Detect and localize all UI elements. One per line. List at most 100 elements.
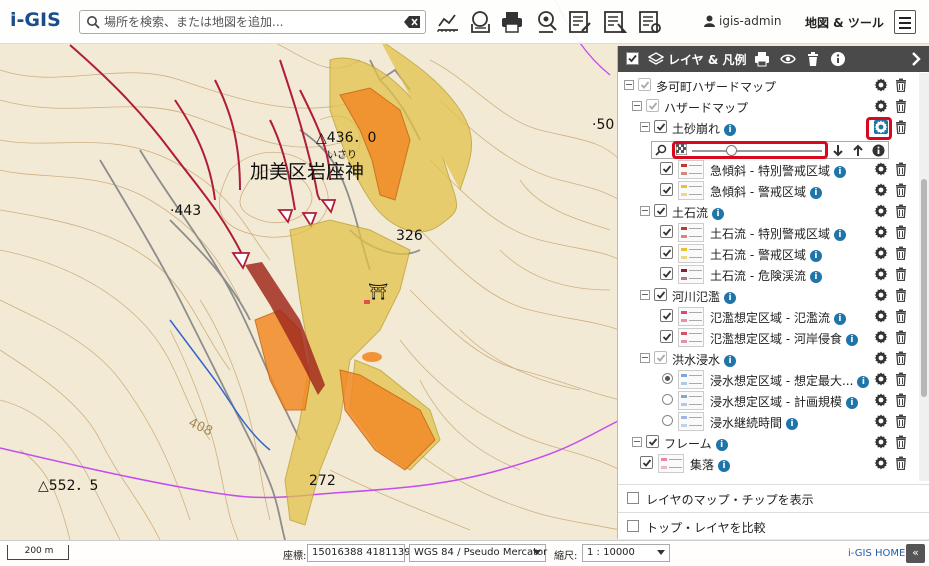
- layer-label[interactable]: 急傾斜 - 警戒区域 i: [710, 183, 822, 200]
- map-chip-icon[interactable]: [469, 10, 493, 34]
- igis-home-link[interactable]: i-GIS HOME: [848, 548, 905, 559]
- layer-row[interactable]: 氾濫想定区域 - 氾濫流 i: [618, 306, 916, 327]
- move-down-icon[interactable]: [832, 144, 844, 157]
- layer-row[interactable]: 浸水想定区域 - 計画規模 i: [618, 390, 916, 411]
- info-icon[interactable]: i: [833, 166, 846, 178]
- trash-icon[interactable]: [895, 78, 907, 93]
- edit-attribute-icon[interactable]: [603, 10, 627, 34]
- layer-radio[interactable]: [662, 373, 673, 384]
- layer-row[interactable]: 集落 i: [618, 453, 916, 474]
- measure-icon[interactable]: [436, 10, 460, 34]
- layer-label[interactable]: 土砂崩れ i: [672, 120, 737, 137]
- collapse-toggle[interactable]: [640, 122, 650, 132]
- gear-icon[interactable]: [874, 372, 888, 386]
- layer-row[interactable]: 浸水想定区域 - 想定最大... i: [618, 369, 916, 390]
- info-icon[interactable]: i: [724, 292, 737, 304]
- gear-icon[interactable]: [874, 225, 888, 239]
- collapse-toggle[interactable]: [640, 353, 650, 363]
- layer-radio[interactable]: [662, 394, 673, 405]
- layer-group-row[interactable]: 洪水浸水 i: [618, 348, 916, 369]
- layer-checkbox[interactable]: [660, 162, 673, 175]
- layer-group-row[interactable]: 河川氾濫 i: [618, 285, 916, 306]
- edit-layer-icon[interactable]: [568, 10, 592, 34]
- trash-icon[interactable]: [895, 456, 907, 471]
- move-up-icon[interactable]: [852, 144, 864, 157]
- trash-icon[interactable]: [895, 225, 907, 240]
- layer-row[interactable]: 氾濫想定区域 - 河岸侵食 i: [618, 327, 916, 348]
- trash-icon[interactable]: [895, 267, 907, 282]
- layer-checkbox[interactable]: [660, 267, 673, 280]
- layer-label[interactable]: 浸水想定区域 - 想定最大... i: [710, 372, 870, 389]
- trash-icon[interactable]: [895, 393, 907, 408]
- collapse-toggle[interactable]: [632, 437, 642, 447]
- layer-group-row[interactable]: 多可町ハザードマップ: [618, 75, 916, 96]
- trash-icon[interactable]: [895, 372, 907, 387]
- trash-icon[interactable]: [805, 51, 821, 67]
- show-map-chips-checkbox[interactable]: [627, 492, 639, 504]
- layer-info-icon[interactable]: [872, 144, 885, 157]
- trash-icon[interactable]: [895, 183, 907, 198]
- layer-checkbox[interactable]: [654, 204, 667, 217]
- info-icon[interactable]: i: [809, 250, 822, 262]
- layer-checkbox[interactable]: [654, 351, 667, 364]
- layer-checkbox[interactable]: [646, 99, 659, 112]
- gear-icon[interactable]: [874, 78, 888, 92]
- layer-row[interactable]: 浸水継続時間 i: [618, 411, 916, 432]
- zoom-to-layer-icon[interactable]: [655, 144, 667, 156]
- layer-label[interactable]: 土石流 - 警戒区域 i: [710, 246, 822, 263]
- layer-row[interactable]: 土石流 - 危険渓流 i: [618, 264, 916, 285]
- layer-label[interactable]: 洪水浸水 i: [672, 351, 737, 368]
- info-icon[interactable]: i: [833, 229, 846, 241]
- info-icon[interactable]: i: [712, 208, 725, 220]
- print-icon[interactable]: [754, 51, 770, 67]
- layer-label[interactable]: フレーム i: [664, 435, 728, 452]
- layer-label[interactable]: 土石流 - 危険渓流 i: [710, 267, 822, 284]
- gear-icon[interactable]: [874, 456, 888, 470]
- trash-icon[interactable]: [895, 120, 907, 135]
- info-icon[interactable]: i: [715, 439, 728, 451]
- show-map-chips-option[interactable]: レイヤのマップ・チップを表示: [618, 484, 929, 511]
- layer-group-row[interactable]: 土石流 i: [618, 201, 916, 222]
- layer-label[interactable]: 浸水継続時間 i: [710, 414, 799, 431]
- gear-icon[interactable]: [874, 393, 888, 407]
- search-box[interactable]: [79, 10, 426, 34]
- layer-checkbox[interactable]: [660, 330, 673, 343]
- gear-icon[interactable]: [874, 288, 888, 302]
- layer-list-scrollbar[interactable]: [919, 73, 929, 481]
- layer-checkbox[interactable]: [660, 309, 673, 322]
- trash-icon[interactable]: [895, 330, 907, 345]
- layer-radio[interactable]: [662, 415, 673, 426]
- trash-icon[interactable]: [895, 288, 907, 303]
- layer-label[interactable]: 土石流 - 特別警戒区域 i: [710, 225, 846, 242]
- info-icon[interactable]: i: [845, 334, 858, 346]
- gear-icon[interactable]: [874, 204, 888, 218]
- info-icon[interactable]: [830, 51, 846, 67]
- gear-icon[interactable]: [874, 309, 888, 323]
- layer-checkbox[interactable]: [660, 183, 673, 196]
- layer-label[interactable]: 氾濫想定区域 - 河岸侵食 i: [710, 330, 858, 347]
- gear-icon[interactable]: [874, 330, 888, 344]
- clear-search-icon[interactable]: [404, 16, 420, 28]
- trash-icon[interactable]: [895, 99, 907, 114]
- layer-label[interactable]: 浸水想定区域 - 計画規模 i: [710, 393, 858, 410]
- gear-icon[interactable]: [874, 162, 888, 176]
- print-icon[interactable]: [500, 10, 524, 34]
- map-tools-button[interactable]: 地図 & ツール: [805, 14, 884, 31]
- trash-icon[interactable]: [895, 204, 907, 219]
- info-icon[interactable]: i: [857, 376, 870, 388]
- info-icon[interactable]: i: [845, 397, 858, 409]
- trash-icon[interactable]: [895, 162, 907, 177]
- eye-icon[interactable]: [780, 51, 796, 67]
- layer-checkbox[interactable]: [638, 78, 651, 91]
- collapse-toggle[interactable]: [624, 80, 634, 90]
- compare-top-layer-option[interactable]: トップ・レイヤを比較: [618, 512, 929, 539]
- info-icon[interactable]: i: [724, 355, 737, 367]
- layer-group-row[interactable]: フレーム i: [618, 432, 916, 453]
- info-icon[interactable]: i: [833, 313, 846, 325]
- info-icon[interactable]: i: [724, 124, 737, 136]
- collapse-toggle[interactable]: [632, 101, 642, 111]
- gear-icon[interactable]: [874, 435, 888, 449]
- layer-row[interactable]: 土石流 - 警戒区域 i: [618, 243, 916, 264]
- layer-checkbox[interactable]: [660, 225, 673, 238]
- compare-top-layer-checkbox[interactable]: [627, 520, 639, 532]
